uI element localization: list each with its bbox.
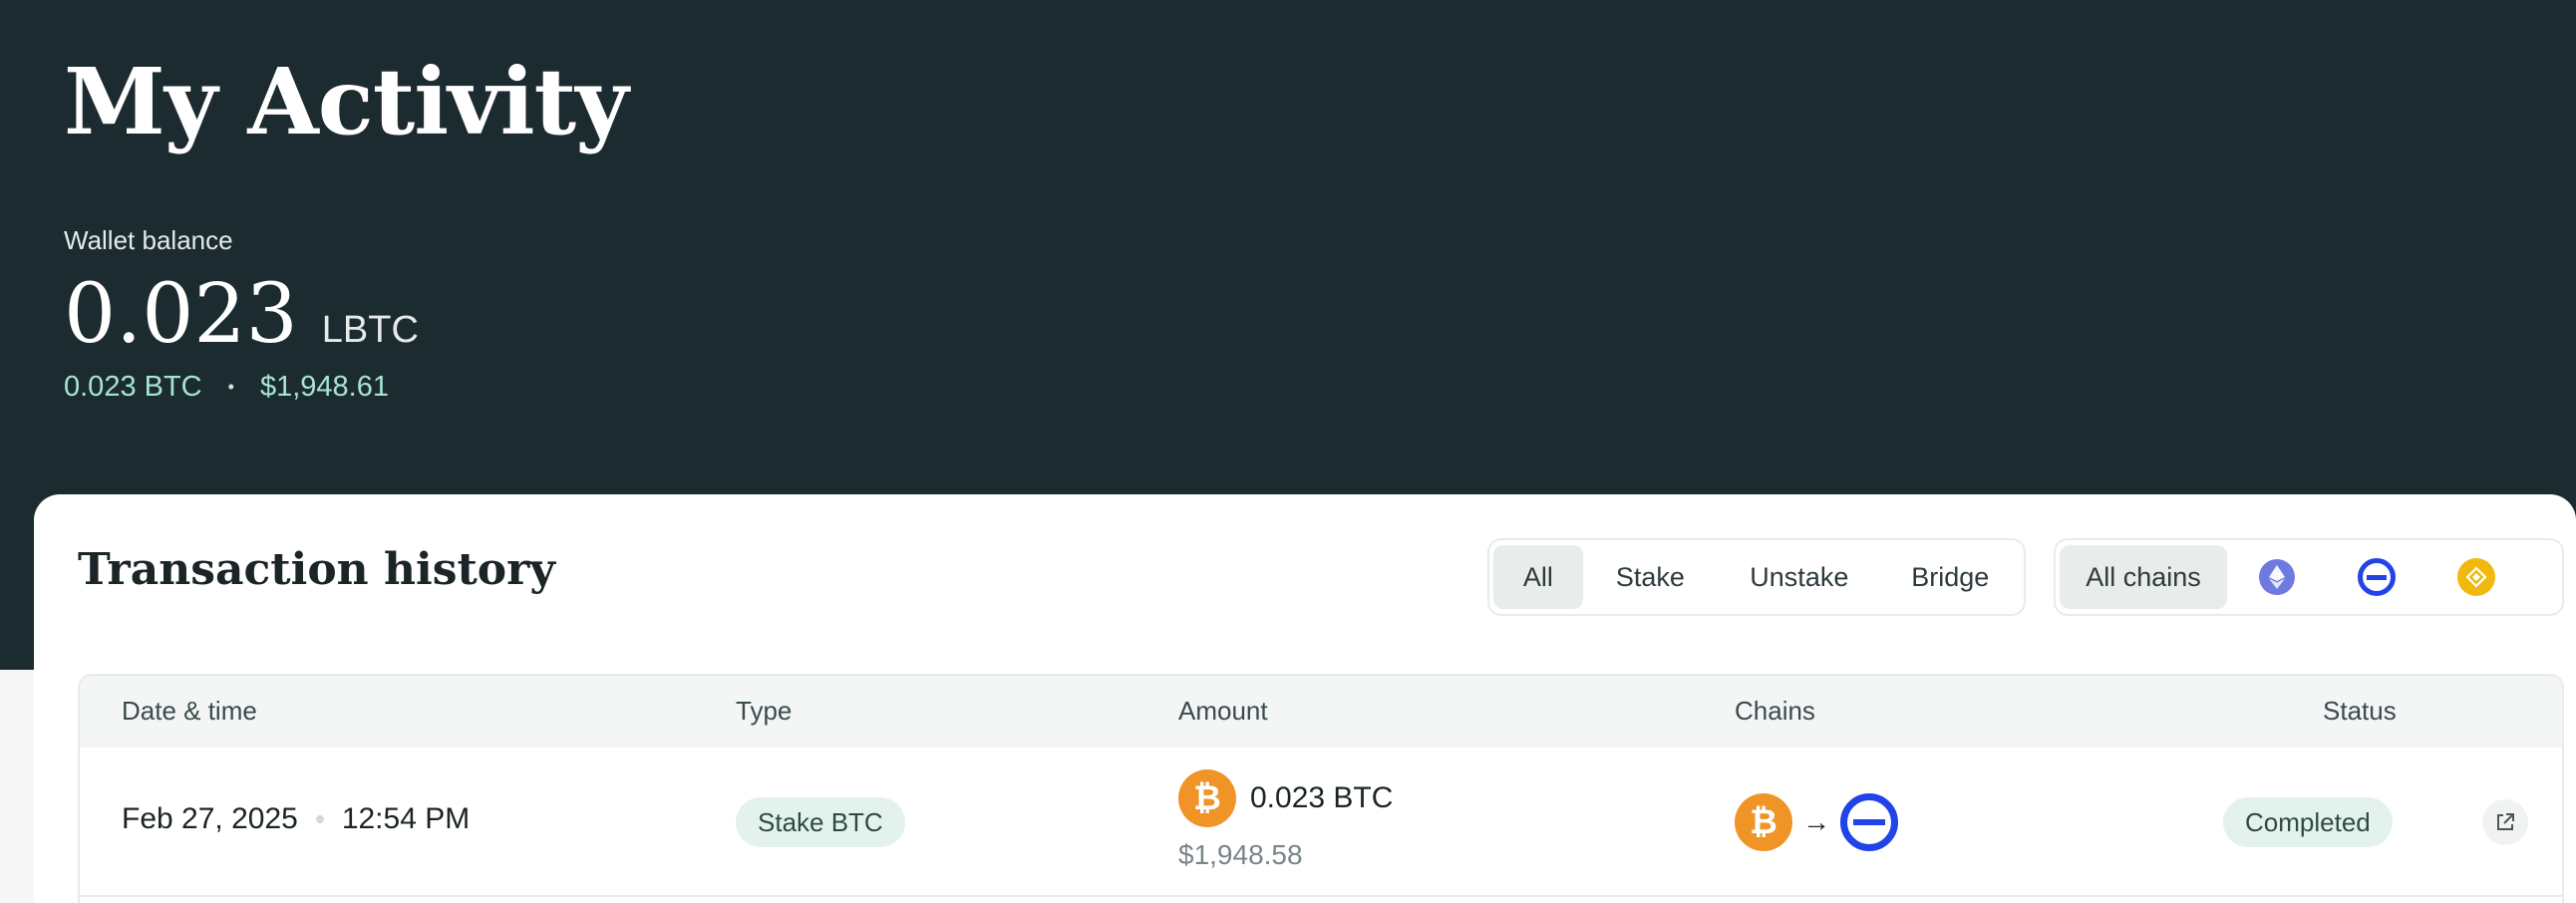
arrow-right-icon: → (1802, 806, 1830, 837)
column-amount: Amount (1178, 696, 1268, 726)
bitcoin-icon: ₿ (1735, 793, 1792, 851)
bitcoin-icon: ₿ (1178, 769, 1236, 827)
column-status: Status (2323, 696, 2397, 726)
row-date-time: Feb 27, 2025 12:54 PM (122, 802, 470, 836)
column-type: Type (736, 696, 793, 726)
type-filter-group: All Stake Unstake Bridge (1487, 538, 2026, 616)
chain-filter-group: All chains (2054, 538, 2564, 616)
external-link-icon (2497, 813, 2514, 830)
wallet-balance-label: Wallet balance (64, 225, 233, 255)
column-date-time: Date & time (122, 696, 257, 726)
balance-btc: 0.023 BTC (64, 371, 202, 403)
filter-unstake-button[interactable]: Unstake (1718, 545, 1880, 609)
transaction-history-card: Transaction history All Stake Unstake Br… (34, 494, 2576, 903)
filter-ethereum-button[interactable] (2227, 545, 2327, 609)
wallet-balance-equivalents: 0.023 BTC • $1,948.61 (64, 371, 389, 404)
date-time-separator (315, 815, 324, 823)
wallet-balance: 0.023 LBTC (64, 267, 419, 363)
external-link-button[interactable] (2482, 799, 2528, 845)
page-title: My Activity (64, 48, 629, 155)
column-chains: Chains (1735, 696, 1815, 726)
transaction-history-title: Transaction history (78, 544, 555, 595)
status-badge: Completed (2223, 797, 2393, 847)
table-header: Date & time Type Amount Chains Status (80, 676, 2562, 748)
balance-separator: • (227, 377, 234, 397)
transaction-table: Date & time Type Amount Chains Status Fe… (78, 674, 2564, 903)
filter-bnb-button[interactable] (2426, 545, 2526, 609)
balance-usd: $1,948.61 (259, 371, 389, 403)
bnb-icon (2457, 558, 2495, 596)
filter-all-chains-button[interactable]: All chains (2060, 545, 2227, 609)
wallet-balance-value: 0.023 (64, 267, 298, 362)
filter-bridge-button[interactable]: Bridge (1881, 545, 2020, 609)
amount-usd: $1,948.58 (1178, 839, 1303, 870)
row-chains: ₿ → (1735, 793, 1898, 851)
wallet-balance-unit: LBTC (321, 309, 419, 351)
filter-base-button[interactable] (2327, 545, 2426, 609)
row-time: 12:54 PM (341, 802, 471, 835)
type-badge: Stake BTC (736, 797, 905, 847)
row-date: Feb 27, 2025 (122, 802, 298, 835)
base-icon (2358, 558, 2396, 596)
filter-stake-button[interactable]: Stake (1583, 545, 1718, 609)
row-amount: ₿ 0.023 BTC $1,948.58 (1178, 769, 1393, 871)
base-icon (1840, 793, 1898, 851)
ethereum-icon (2259, 559, 2295, 595)
filter-all-button[interactable]: All (1493, 545, 1583, 609)
table-row[interactable]: Feb 27, 2025 12:54 PM Stake BTC ₿ 0.023 … (80, 748, 2562, 897)
amount-value: 0.023 BTC (1250, 781, 1394, 814)
